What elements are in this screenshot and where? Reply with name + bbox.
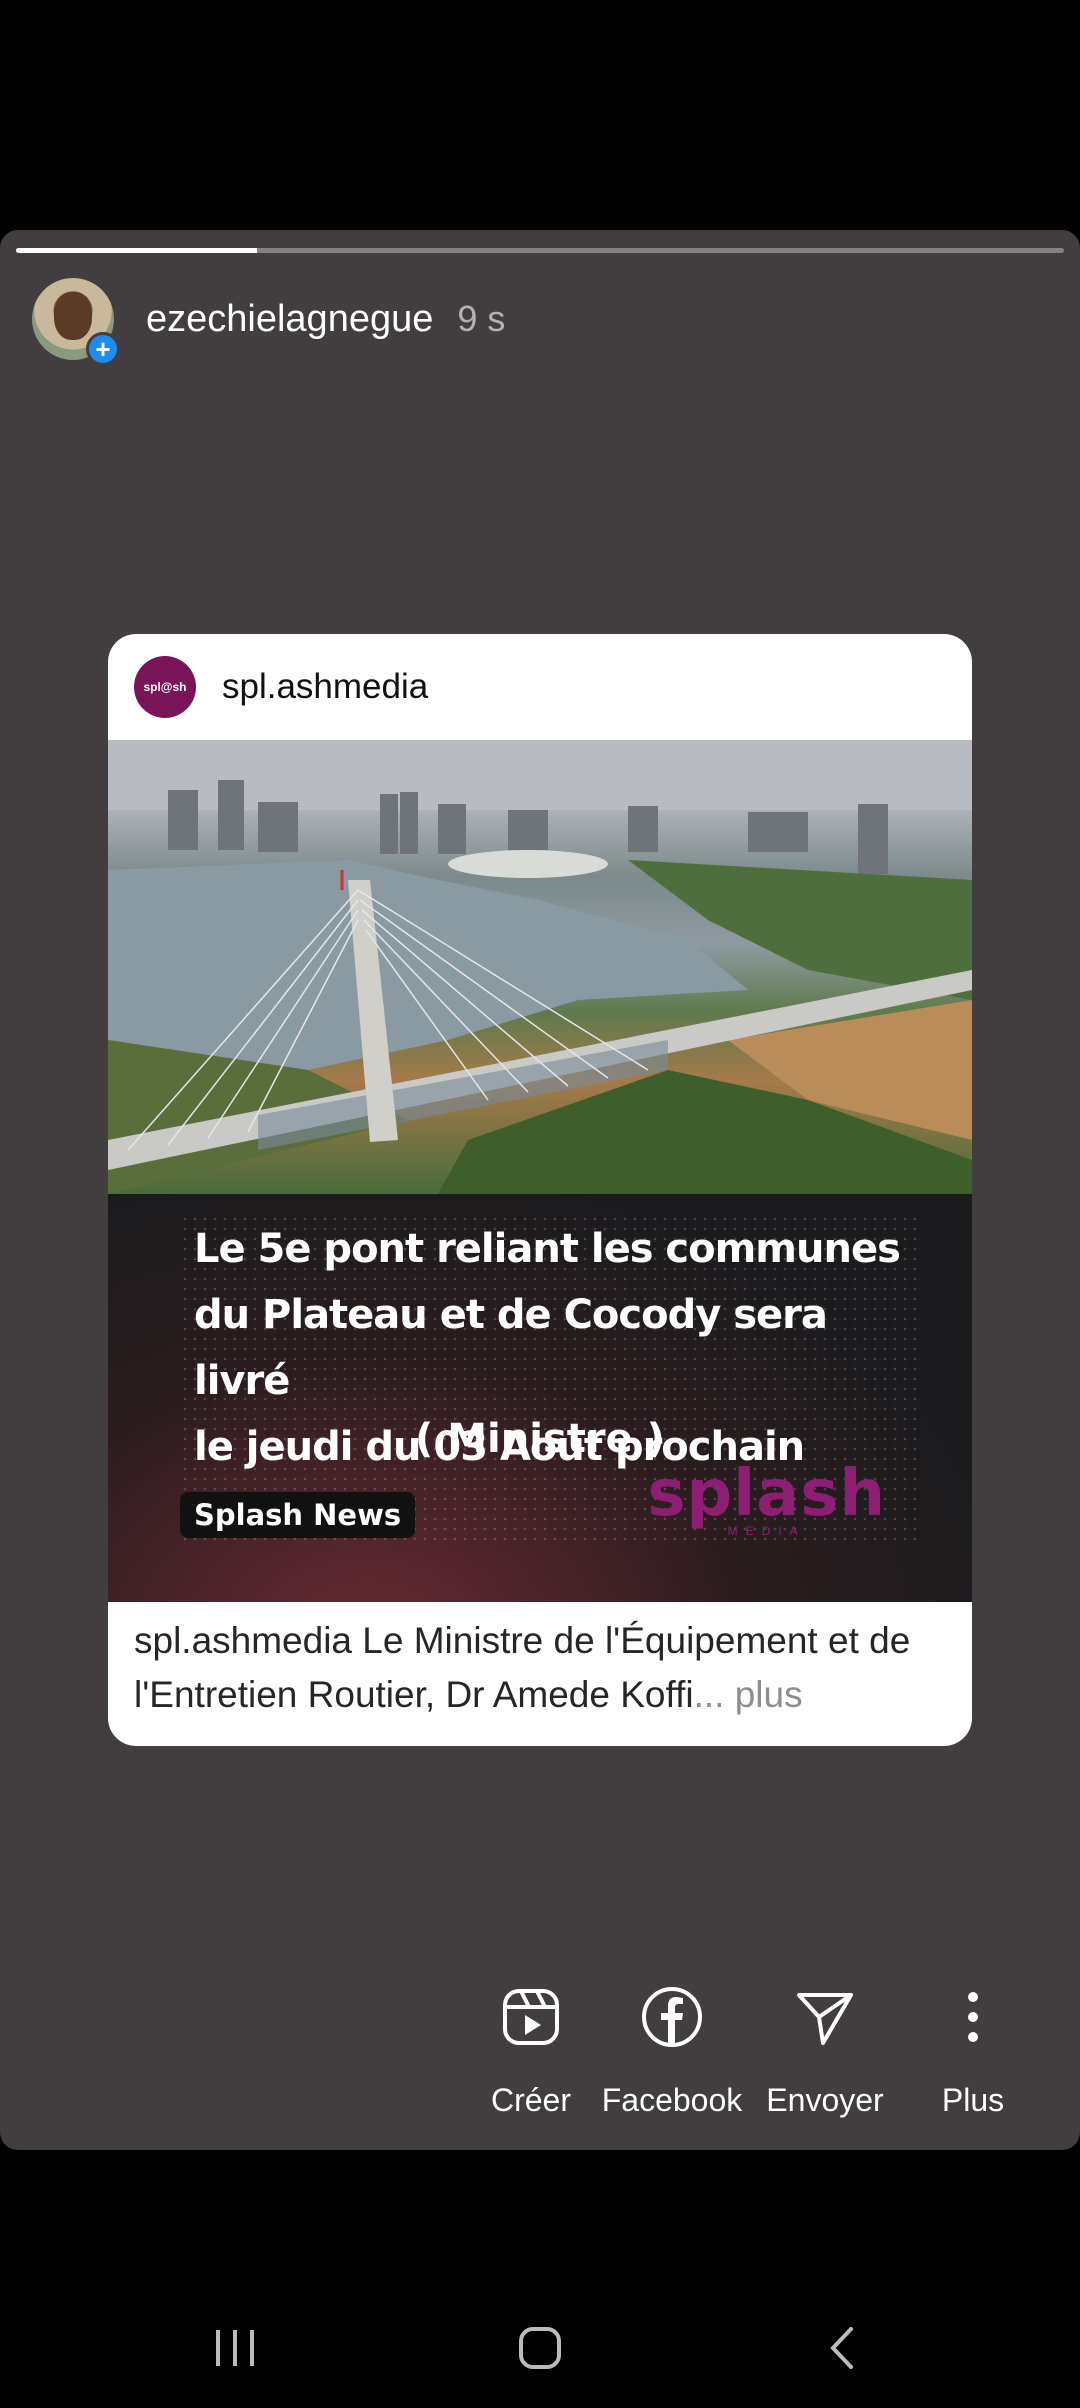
story-header: + ezechielagnegue 9 s bbox=[32, 278, 506, 366]
headline-sub: ( Ministre ) bbox=[415, 1416, 665, 1462]
recent-apps-icon[interactable] bbox=[210, 2326, 260, 2370]
facebook-button[interactable]: Facebook bbox=[597, 1984, 747, 2119]
caption-more-link[interactable]: ... plus bbox=[694, 1674, 803, 1715]
system-navigation-bar bbox=[0, 2280, 1080, 2408]
send-label: Envoyer bbox=[766, 2082, 884, 2118]
back-icon[interactable] bbox=[822, 2326, 862, 2370]
story-progress-bar bbox=[16, 248, 1064, 253]
more-vertical-icon bbox=[898, 1984, 1048, 2050]
headline-line: du Plateau et de Cocody sera livré bbox=[194, 1292, 828, 1404]
home-icon[interactable] bbox=[514, 2326, 566, 2370]
post-caption[interactable]: spl.ashmedia Le Ministre de l'Équipement… bbox=[134, 1614, 934, 1722]
headline-line: Le 5e pont reliant les communes bbox=[194, 1226, 901, 1272]
story-time: 9 s bbox=[457, 298, 506, 339]
logo-text: splash bbox=[647, 1457, 886, 1531]
post-photo-bridge bbox=[108, 740, 972, 1194]
more-label: Plus bbox=[941, 2082, 1005, 2118]
create-button[interactable]: Créer bbox=[456, 1984, 606, 2119]
post-author-avatar[interactable]: spl@sh bbox=[134, 656, 196, 718]
send-button[interactable]: Envoyer bbox=[750, 1984, 900, 2119]
more-button[interactable]: Plus bbox=[898, 1984, 1048, 2119]
story-viewer[interactable]: + ezechielagnegue 9 s spl@sh spl.ashmedi… bbox=[0, 230, 1080, 2150]
splash-news-tag: Splash News bbox=[180, 1492, 416, 1538]
reels-icon bbox=[456, 1984, 606, 2050]
story-username[interactable]: ezechielagnegue bbox=[146, 298, 433, 341]
post-author-username[interactable]: spl.ashmedia bbox=[222, 667, 428, 707]
facebook-icon bbox=[597, 1984, 747, 2050]
splash-media-logo: splash MEDIA bbox=[647, 1462, 886, 1538]
post-headline-banner: Le 5e pont reliant les communes du Plate… bbox=[108, 1194, 972, 1602]
add-story-icon[interactable]: + bbox=[86, 332, 120, 366]
progress-fill bbox=[16, 248, 258, 253]
create-label: Créer bbox=[490, 2082, 571, 2118]
facebook-label: Facebook bbox=[601, 2082, 743, 2118]
shared-post-card[interactable]: spl@sh spl.ashmedia Le 5e pont reliant l… bbox=[108, 634, 972, 1746]
caption-username: spl.ashmedia bbox=[134, 1620, 353, 1661]
send-icon bbox=[750, 1984, 900, 2050]
progress-segment bbox=[16, 248, 1064, 253]
avatar[interactable]: + bbox=[32, 278, 120, 366]
avatar-photo bbox=[54, 292, 92, 340]
post-header[interactable]: spl@sh spl.ashmedia bbox=[108, 634, 972, 740]
